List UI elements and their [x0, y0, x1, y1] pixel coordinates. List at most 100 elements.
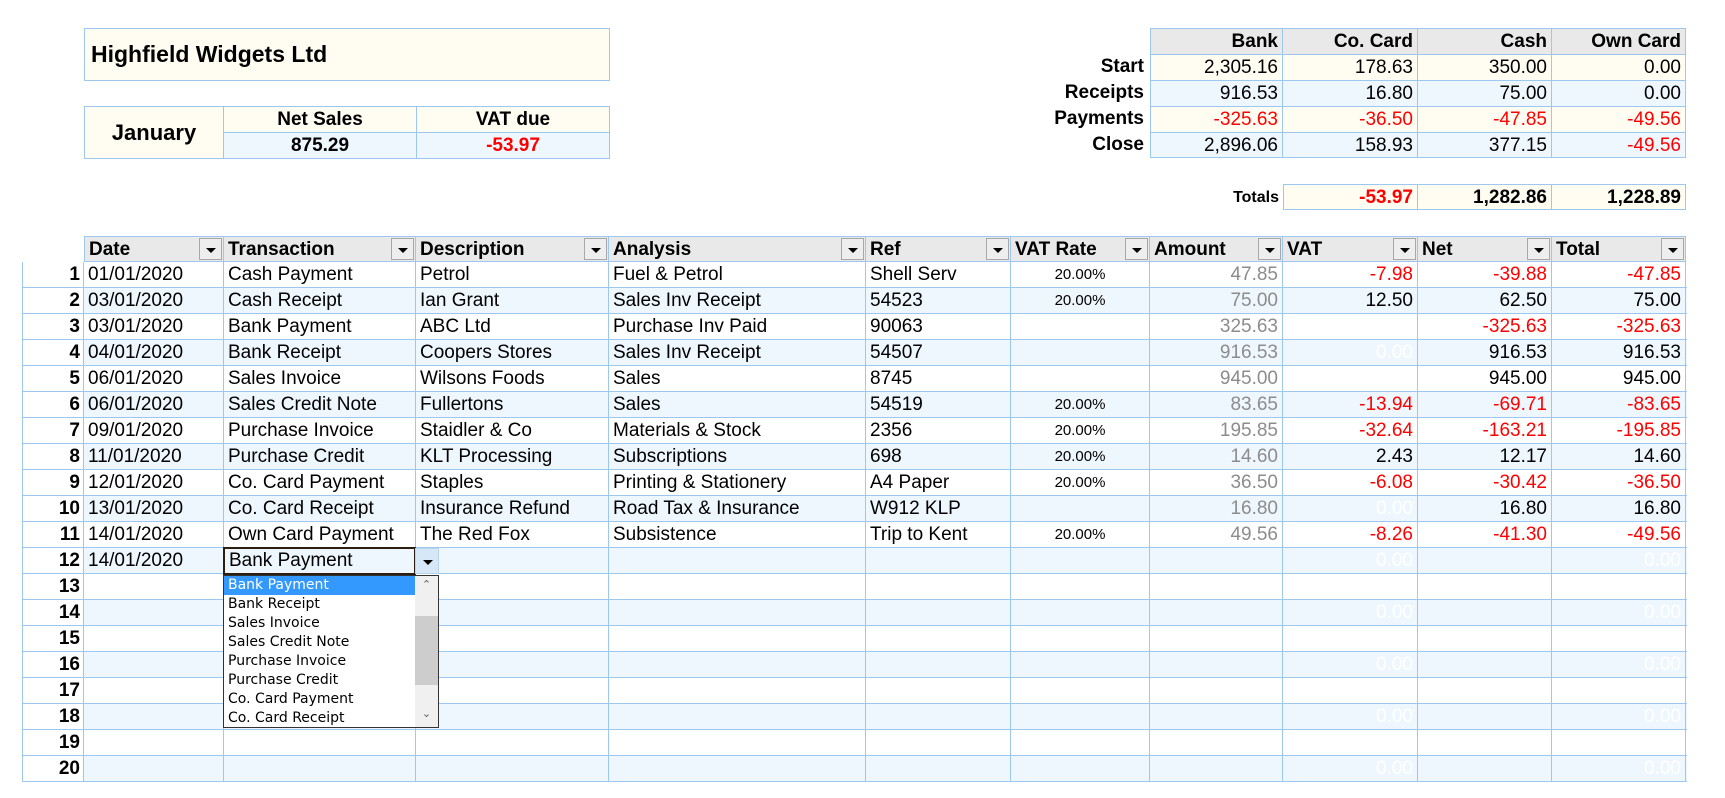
cell-vat[interactable]: 0.00 — [1283, 756, 1418, 781]
cell-analysis[interactable] — [609, 548, 866, 573]
cell-ref[interactable]: 54507 — [866, 340, 1011, 365]
cell-vat-rate[interactable] — [1011, 652, 1150, 677]
account-value-cell[interactable]: 2,305.16 — [1150, 54, 1283, 80]
cell-vat[interactable] — [1283, 730, 1418, 755]
cell-net[interactable] — [1418, 704, 1552, 729]
cell-amount[interactable] — [1150, 730, 1283, 755]
cell-amount[interactable]: 47.85 — [1150, 262, 1283, 287]
row-number[interactable]: 15 — [22, 626, 84, 651]
column-header-analysis[interactable]: Analysis — [609, 236, 866, 262]
cell-vat-rate[interactable]: 20.00% — [1011, 522, 1150, 547]
scrollbar-thumb[interactable] — [415, 616, 438, 685]
cell-description[interactable]: Coopers Stores — [416, 340, 609, 365]
cell-vat[interactable]: 0.00 — [1283, 652, 1418, 677]
dropdown-option[interactable]: Bank Receipt — [224, 595, 416, 614]
cell-transaction[interactable] — [224, 756, 416, 781]
cell-vat[interactable] — [1283, 626, 1418, 651]
cell-amount[interactable] — [1150, 600, 1283, 625]
cell-net[interactable] — [1418, 756, 1552, 781]
account-value-cell[interactable]: 16.80 — [1283, 80, 1418, 106]
cell-amount[interactable]: 16.80 — [1150, 496, 1283, 521]
cell-vat-rate[interactable]: 20.00% — [1011, 470, 1150, 495]
company-title-cell[interactable]: Highfield Widgets Ltd — [84, 28, 610, 81]
row-number[interactable]: 6 — [22, 392, 84, 417]
cell-total[interactable] — [1552, 626, 1686, 651]
row-number[interactable]: 14 — [22, 600, 84, 625]
active-cell-transaction[interactable]: Bank Payment — [223, 547, 416, 575]
cell-vat-rate[interactable] — [1011, 574, 1150, 599]
cell-transaction[interactable]: Co. Card Receipt — [224, 496, 416, 521]
column-header-transaction[interactable]: Transaction — [224, 236, 416, 262]
cell-ref[interactable] — [866, 678, 1011, 703]
cell-analysis[interactable] — [609, 626, 866, 651]
dropdown-option[interactable]: Sales Invoice — [224, 614, 416, 633]
cell-vat[interactable]: 2.43 — [1283, 444, 1418, 469]
cell-analysis[interactable]: Fuel & Petrol — [609, 262, 866, 287]
cell-description[interactable]: Ian Grant — [416, 288, 609, 313]
cell-net[interactable]: -69.71 — [1418, 392, 1552, 417]
filter-dropdown-icon[interactable] — [1258, 238, 1281, 260]
cell-analysis[interactable]: Materials & Stock — [609, 418, 866, 443]
cell-vat-rate[interactable] — [1011, 340, 1150, 365]
cell-analysis[interactable]: Sales Inv Receipt — [609, 288, 866, 313]
account-value-cell[interactable]: 0.00 — [1552, 80, 1686, 106]
column-header-vat[interactable]: VAT — [1283, 236, 1418, 262]
column-header-net[interactable]: Net — [1418, 236, 1552, 262]
account-value-cell[interactable]: 158.93 — [1283, 132, 1418, 158]
filter-dropdown-icon[interactable] — [1661, 238, 1684, 260]
cell-ref[interactable] — [866, 600, 1011, 625]
row-number[interactable]: 4 — [22, 340, 84, 365]
cell-date[interactable] — [84, 652, 224, 677]
row-number[interactable]: 18 — [22, 704, 84, 729]
vat-due-value[interactable]: -53.97 — [417, 133, 609, 158]
cell-vat[interactable]: 12.50 — [1283, 288, 1418, 313]
cell-vat[interactable]: -8.26 — [1283, 522, 1418, 547]
cell-ref[interactable]: A4 Paper — [866, 470, 1011, 495]
cell-date[interactable] — [84, 704, 224, 729]
cell-date[interactable] — [84, 626, 224, 651]
cell-amount[interactable]: 195.85 — [1150, 418, 1283, 443]
dropdown-option[interactable]: Co. Card Payment — [224, 690, 416, 709]
row-number[interactable]: 2 — [22, 288, 84, 313]
cell-analysis[interactable]: Sales Inv Receipt — [609, 340, 866, 365]
row-number[interactable]: 5 — [22, 366, 84, 391]
cell-analysis[interactable] — [609, 704, 866, 729]
cell-analysis[interactable] — [609, 600, 866, 625]
cell-amount[interactable]: 36.50 — [1150, 470, 1283, 495]
cell-analysis[interactable] — [609, 652, 866, 677]
cell-dropdown-button[interactable] — [415, 548, 439, 574]
cell-date[interactable]: 14/01/2020 — [84, 522, 224, 547]
cell-amount[interactable]: 945.00 — [1150, 366, 1283, 391]
scroll-up-icon[interactable]: ⌃ — [415, 578, 438, 591]
cell-net[interactable]: 916.53 — [1418, 340, 1552, 365]
cell-analysis[interactable]: Subsistence — [609, 522, 866, 547]
cell-analysis[interactable] — [609, 730, 866, 755]
cell-date[interactable]: 04/01/2020 — [84, 340, 224, 365]
account-value-cell[interactable]: 2,896.06 — [1150, 132, 1283, 158]
cell-description[interactable]: Petrol — [416, 262, 609, 287]
cell-total[interactable]: -325.63 — [1552, 314, 1686, 339]
cell-total[interactable]: 16.80 — [1552, 496, 1686, 521]
cell-vat-rate[interactable]: 20.00% — [1011, 392, 1150, 417]
row-number[interactable]: 7 — [22, 418, 84, 443]
cell-vat-rate[interactable]: 20.00% — [1011, 262, 1150, 287]
cell-net[interactable]: 945.00 — [1418, 366, 1552, 391]
cell-date[interactable]: 06/01/2020 — [84, 392, 224, 417]
cell-transaction[interactable]: Sales Invoice — [224, 366, 416, 391]
cell-vat-rate[interactable] — [1011, 730, 1150, 755]
row-number[interactable]: 20 — [22, 756, 84, 781]
cell-total[interactable]: 14.60 — [1552, 444, 1686, 469]
cell-description[interactable] — [416, 574, 609, 599]
cell-total[interactable]: 0.00 — [1552, 548, 1686, 573]
cell-description[interactable]: Staidler & Co — [416, 418, 609, 443]
cell-description[interactable]: Staples — [416, 470, 609, 495]
filter-dropdown-icon[interactable] — [584, 238, 607, 260]
cell-net[interactable]: -163.21 — [1418, 418, 1552, 443]
totals-value-cell[interactable]: 1,282.86 — [1418, 184, 1552, 210]
cell-net[interactable]: 16.80 — [1418, 496, 1552, 521]
cell-analysis[interactable]: Road Tax & Insurance — [609, 496, 866, 521]
cell-vat-rate[interactable]: 20.00% — [1011, 288, 1150, 313]
cell-description[interactable]: Insurance Refund — [416, 496, 609, 521]
cell-amount[interactable]: 49.56 — [1150, 522, 1283, 547]
cell-description[interactable] — [416, 756, 609, 781]
